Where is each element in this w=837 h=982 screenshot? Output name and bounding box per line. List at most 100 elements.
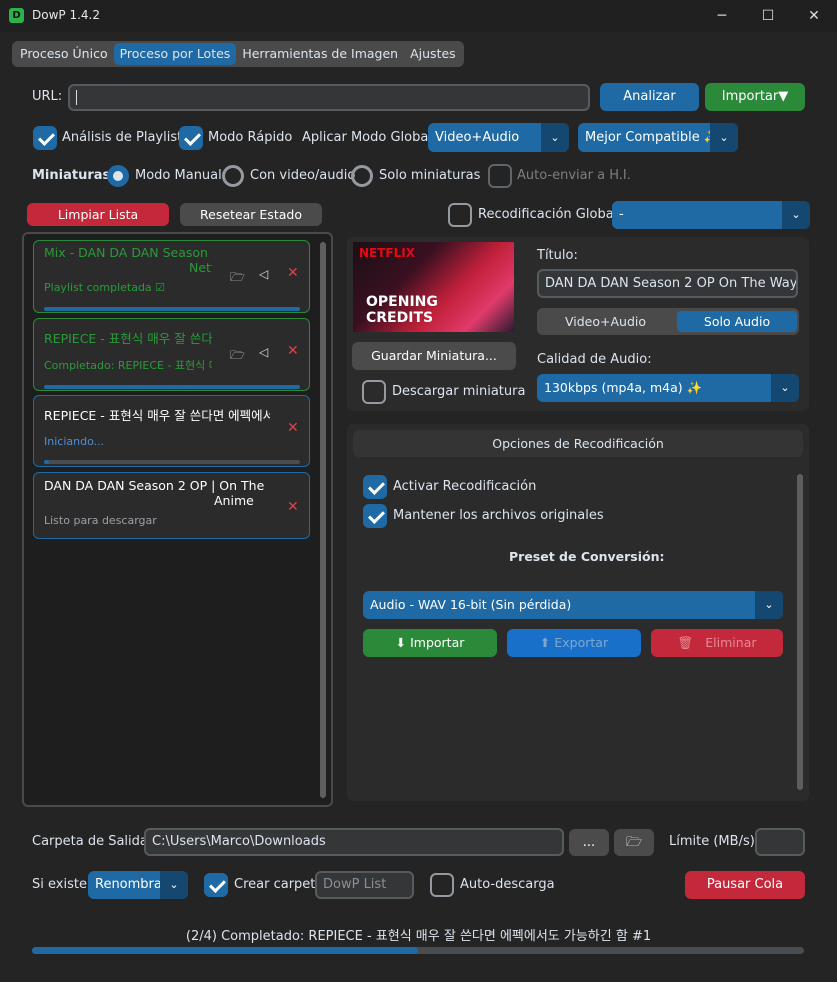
analyze-button[interactable]: Analizar bbox=[600, 83, 699, 111]
export-preset-button[interactable]: ⬆ Exportar bbox=[507, 629, 641, 657]
list-item[interactable]: REPIECE - 표현식 매우 잘 쓴다면 에펙에서도 가능하긴 함 Inic… bbox=[33, 395, 310, 467]
global-recode-select[interactable]: - ⌄ bbox=[612, 201, 810, 229]
item-status: Listo para descargar bbox=[44, 514, 157, 527]
list-item[interactable]: DAN DA DAN Season 2 OP | On The Way Anim… bbox=[33, 472, 310, 539]
tab-batch-process[interactable]: Proceso por Lotes bbox=[113, 43, 237, 65]
autosend-label: Auto-enviar a H.I. bbox=[517, 168, 631, 183]
global-mode-label: Aplicar Modo Global: bbox=[302, 130, 437, 145]
item-status: Completado: REPIECE - 표현식 매우 잘 쓴다면 bbox=[44, 359, 212, 372]
auto-download-checkbox[interactable] bbox=[430, 873, 454, 897]
folder-icon: 🗁 bbox=[625, 835, 643, 850]
item-progress-fill bbox=[44, 307, 300, 311]
create-folder-checkbox[interactable] bbox=[204, 873, 228, 897]
manual-mode-radio[interactable] bbox=[107, 165, 129, 187]
import-preset-label: Importar bbox=[410, 635, 465, 650]
mode-video-option[interactable]: Video+Audio bbox=[540, 311, 671, 332]
create-folder-label: Crear carpeta bbox=[234, 877, 324, 892]
item-title-line2: Netfl bbox=[189, 260, 212, 275]
mode-segmented: Video+Audio Solo Audio bbox=[537, 308, 799, 335]
item-status: Iniciando... bbox=[44, 435, 105, 448]
global-recode-label: Recodificación Global: bbox=[478, 207, 622, 222]
folder-name-input[interactable]: DowP List bbox=[315, 871, 414, 899]
play-icon[interactable]: ◁ bbox=[259, 267, 268, 281]
chevron-down-icon: ⌄ bbox=[160, 871, 188, 899]
item-status: Playlist completada ☑ bbox=[44, 281, 166, 294]
item-title: DAN DA DAN Season 2 OP | On The Way bbox=[44, 478, 268, 493]
only-thumbs-label: Solo miniaturas bbox=[379, 168, 481, 183]
tab-image-tools[interactable]: Herramientas de Imagen bbox=[236, 43, 404, 65]
import-icon: ⬇ bbox=[395, 635, 407, 650]
global-recode-value: - bbox=[619, 207, 624, 222]
if-exists-select[interactable]: Renombrar ⌄ bbox=[88, 871, 188, 899]
chevron-down-icon: ⌄ bbox=[782, 201, 810, 229]
fast-mode-checkbox[interactable] bbox=[179, 126, 203, 150]
list-item[interactable]: Mix - DAN DA DAN Season 2 OP | On The Wa… bbox=[33, 240, 310, 313]
mode-audio-option[interactable]: Solo Audio bbox=[677, 311, 797, 332]
item-title: REPIECE - 표현식 매우 잘 쓴다면 에펙에서도 가능하긴 함 bbox=[44, 408, 270, 423]
clear-list-button[interactable]: Limpiar Lista bbox=[27, 203, 169, 226]
chevron-down-icon: ⌄ bbox=[755, 591, 783, 619]
with-av-radio[interactable] bbox=[222, 165, 244, 187]
global-mode-select[interactable]: Video+Audio ⌄ bbox=[428, 123, 569, 152]
thumb-text-1: OPENING bbox=[366, 294, 438, 310]
output-folder-input[interactable]: C:\Users\Marco\Downloads bbox=[144, 828, 564, 856]
close-icon[interactable]: ✕ bbox=[287, 265, 299, 281]
download-thumbnail-checkbox[interactable] bbox=[362, 380, 386, 404]
only-thumbs-radio[interactable] bbox=[351, 165, 373, 187]
manual-mode-label: Modo Manual bbox=[135, 168, 222, 183]
browse-button[interactable]: ... bbox=[569, 829, 609, 856]
fast-mode-label: Modo Rápido bbox=[208, 130, 293, 145]
with-av-label: Con video/audio bbox=[250, 168, 356, 183]
queue-scrollbar[interactable] bbox=[320, 242, 326, 798]
title-bar: D DowP 1.4.2 ─ ☐ ✕ bbox=[0, 0, 837, 32]
import-preset-button[interactable]: ⬇ Importar bbox=[363, 629, 497, 657]
download-thumbnail-label: Descargar miniatura bbox=[392, 384, 526, 399]
open-folder-button[interactable]: 🗁 bbox=[614, 829, 654, 856]
playlist-analysis-label: Análisis de Playlist bbox=[62, 130, 183, 145]
preset-select[interactable]: Audio - WAV 16-bit (Sin pérdida) ⌄ bbox=[363, 591, 783, 619]
folder-icon[interactable]: 🗁 bbox=[230, 268, 245, 289]
chevron-down-icon: ⌄ bbox=[771, 374, 799, 402]
recode-scrollbar[interactable] bbox=[797, 474, 803, 790]
list-item[interactable]: REPIECE - 표현식 매우 잘 쓴다면 에펙에서도 가능하긴 함 Comp… bbox=[33, 318, 310, 391]
export-preset-label: Exportar bbox=[554, 635, 609, 650]
delete-preset-button[interactable]: 🗑 Eliminar bbox=[651, 629, 783, 657]
limit-input[interactable] bbox=[755, 828, 805, 856]
chevron-down-icon: ⌄ bbox=[710, 123, 738, 152]
delete-preset-label: Eliminar bbox=[705, 635, 757, 650]
pause-queue-button[interactable]: Pausar Cola bbox=[685, 871, 805, 899]
import-button[interactable]: Importar▼ bbox=[705, 83, 805, 111]
close-icon[interactable]: ✕ bbox=[287, 420, 299, 436]
keep-originals-checkbox[interactable] bbox=[363, 504, 387, 528]
app-icon: D bbox=[9, 8, 24, 23]
close-button[interactable]: ✕ bbox=[791, 0, 837, 32]
play-icon[interactable]: ◁ bbox=[259, 345, 268, 359]
close-icon[interactable]: ✕ bbox=[287, 499, 299, 515]
reset-state-button[interactable]: Resetear Estado bbox=[180, 203, 322, 226]
maximize-button[interactable]: ☐ bbox=[745, 0, 791, 32]
save-thumbnail-button[interactable]: Guardar Miniatura... bbox=[352, 342, 516, 370]
status-text: (2/4) Completado: REPIECE - 표현식 매우 잘 쓴다면… bbox=[185, 929, 652, 944]
compatibility-value: Mejor Compatible ✨ bbox=[585, 130, 721, 145]
thumbnails-label: Miniaturas: bbox=[32, 168, 116, 183]
title-input[interactable]: DAN DA DAN Season 2 OP On The Way bbox=[537, 269, 798, 298]
overall-progress-fill bbox=[32, 947, 418, 954]
tab-single-process[interactable]: Proceso Único bbox=[14, 43, 114, 65]
item-title: Mix - DAN DA DAN Season 2 OP | On The Wa… bbox=[44, 245, 212, 260]
preset-value: Audio - WAV 16-bit (Sin pérdida) bbox=[370, 597, 572, 612]
global-recode-checkbox[interactable] bbox=[448, 203, 472, 227]
export-icon: ⬆ bbox=[539, 635, 551, 650]
window-title: DowP 1.4.2 bbox=[32, 8, 100, 22]
folder-icon[interactable]: 🗁 bbox=[230, 346, 245, 367]
if-exists-label: Si existe: bbox=[32, 877, 92, 892]
close-icon[interactable]: ✕ bbox=[287, 343, 299, 359]
playlist-analysis-checkbox[interactable] bbox=[33, 126, 57, 150]
audio-quality-select[interactable]: 130kbps (mp4a, m4a) ✨ ⌄ bbox=[537, 374, 799, 402]
url-input[interactable] bbox=[68, 84, 590, 111]
minimize-button[interactable]: ─ bbox=[699, 0, 745, 32]
url-label: URL: bbox=[32, 89, 63, 104]
activate-recode-checkbox[interactable] bbox=[363, 475, 387, 499]
tab-settings[interactable]: Ajustes bbox=[404, 43, 462, 65]
autosend-checkbox[interactable] bbox=[488, 164, 512, 188]
compatibility-select[interactable]: Mejor Compatible ✨ ⌄ bbox=[578, 123, 738, 152]
